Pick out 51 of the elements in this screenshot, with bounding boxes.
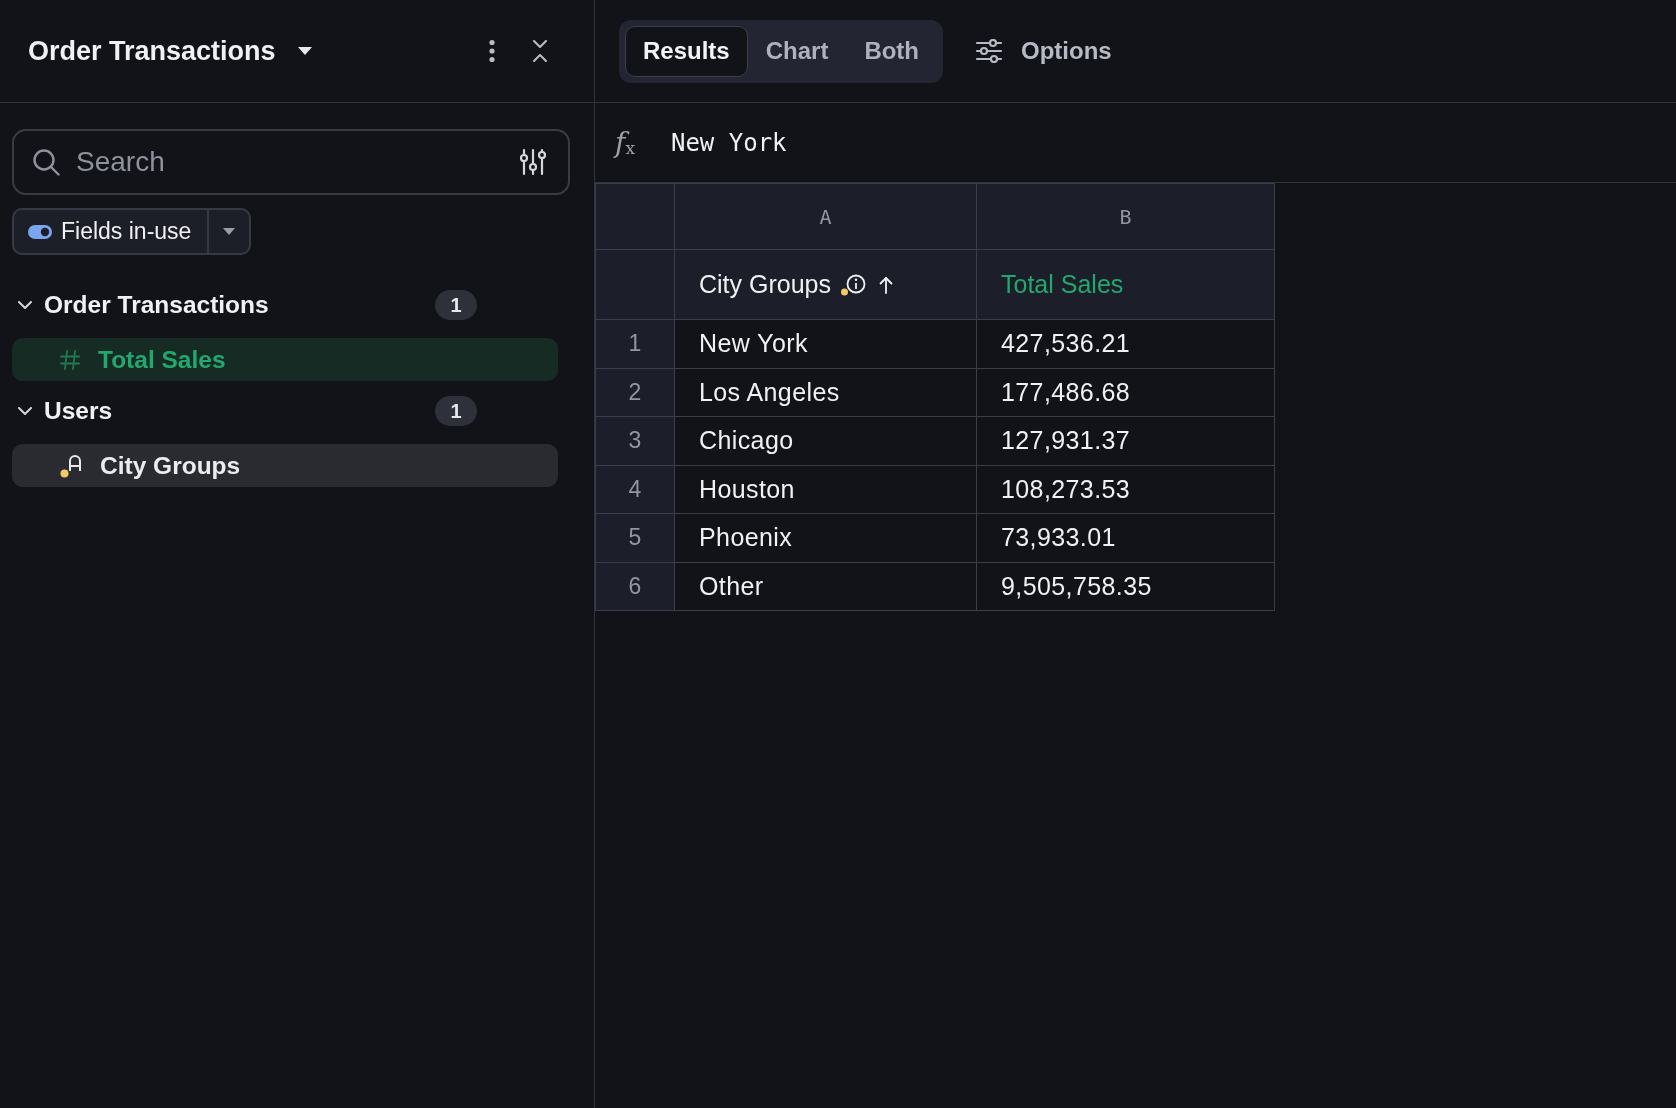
search-icon bbox=[32, 148, 60, 176]
row-number: 2 bbox=[595, 368, 675, 417]
column-title: Total Sales bbox=[1001, 270, 1124, 299]
view-tab[interactable]: Both bbox=[846, 25, 938, 77]
sliders-icon bbox=[975, 39, 1004, 63]
row-number: 5 bbox=[595, 513, 675, 562]
count-badge: 1 bbox=[435, 290, 477, 320]
search-input[interactable]: Search bbox=[76, 146, 504, 178]
caret-down-icon bbox=[223, 228, 236, 235]
letter-a-icon bbox=[60, 453, 82, 478]
group-title[interactable]: Users bbox=[44, 397, 435, 425]
column-letter[interactable]: A bbox=[674, 183, 977, 250]
table-cell: 177,486.68 bbox=[976, 368, 1275, 417]
column-header[interactable]: City Groups bbox=[674, 249, 977, 320]
kebab-menu-icon[interactable] bbox=[488, 39, 496, 63]
collapse-icon[interactable] bbox=[533, 40, 547, 62]
table-cell: Los Angeles bbox=[674, 368, 977, 417]
table-cell: Chicago bbox=[674, 416, 977, 465]
caret-down-icon[interactable] bbox=[297, 47, 312, 55]
group-title[interactable]: Order Transactions bbox=[44, 291, 435, 319]
row-number: 3 bbox=[595, 416, 675, 465]
table-cell: 73,933.01 bbox=[976, 513, 1275, 562]
chevron-icon[interactable] bbox=[18, 300, 32, 310]
column-header[interactable]: Total Sales bbox=[976, 249, 1275, 320]
table-cell: Phoenix bbox=[674, 513, 977, 562]
table-cell: Houston bbox=[674, 465, 977, 514]
table-cell: 9,505,758.35 bbox=[976, 562, 1275, 611]
chevron-icon[interactable] bbox=[18, 406, 32, 416]
field-item[interactable]: City Groups bbox=[12, 444, 558, 487]
view-tab[interactable]: Chart bbox=[747, 25, 847, 77]
table-cell: New York bbox=[674, 319, 977, 368]
table-cell: 127,931.37 bbox=[976, 416, 1275, 465]
sliders-icon[interactable] bbox=[520, 148, 546, 176]
count-badge: 1 bbox=[435, 396, 477, 426]
formula-input[interactable]: New York bbox=[670, 128, 1676, 157]
column-title: City Groups bbox=[699, 270, 831, 299]
table-cell: 427,536.21 bbox=[976, 319, 1275, 368]
hash-icon bbox=[60, 349, 80, 370]
options-button[interactable]: Options bbox=[975, 37, 1112, 65]
table-cell: 108,273.53 bbox=[976, 465, 1275, 514]
panel-title: Order Transactions bbox=[28, 35, 276, 67]
column-letter[interactable]: B bbox=[976, 183, 1275, 250]
table-cell: Other bbox=[674, 562, 977, 611]
row-number: 1 bbox=[595, 319, 675, 368]
search-field[interactable]: Search bbox=[12, 129, 570, 195]
row-number: 4 bbox=[595, 465, 675, 514]
row-number: 6 bbox=[595, 562, 675, 611]
info-icon[interactable] bbox=[841, 273, 867, 296]
field-item[interactable]: Total Sales bbox=[12, 338, 558, 381]
view-tab[interactable]: Results bbox=[625, 25, 748, 77]
sort-arrow-icon[interactable] bbox=[879, 275, 893, 294]
